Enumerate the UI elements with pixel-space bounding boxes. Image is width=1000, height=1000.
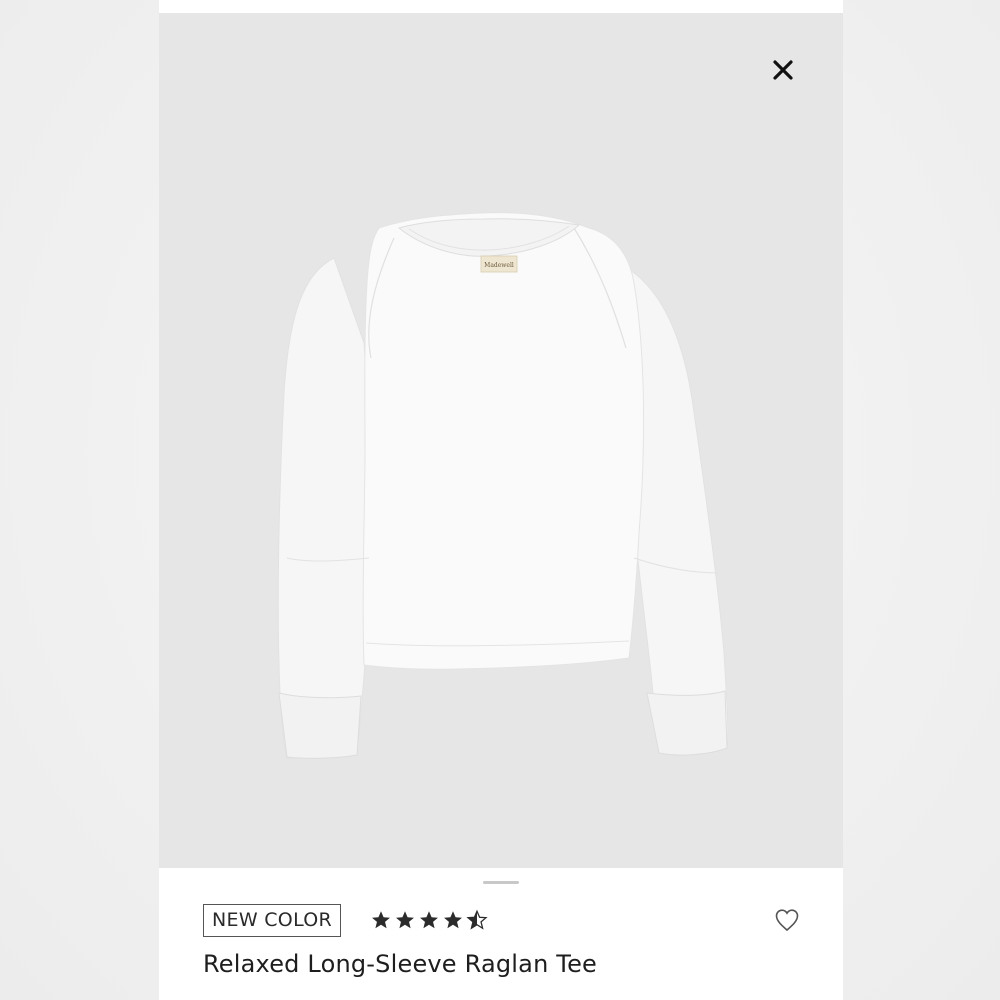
new-color-badge: NEW COLOR [203, 904, 342, 937]
product-quickview-card: Madewell NEW COLOR Relaxed Long-Sleeve R… [159, 0, 843, 1000]
product-photo: Madewell [159, 13, 843, 868]
star-icon [372, 911, 390, 929]
product-title: Relaxed Long-Sleeve Raglan Tee [203, 950, 598, 978]
heart-icon[interactable] [773, 906, 801, 934]
shirt-image: Madewell [277, 212, 729, 759]
drag-handle[interactable] [483, 881, 519, 884]
close-icon[interactable] [769, 56, 797, 84]
rating-stars[interactable] [370, 909, 488, 933]
shirt-label-text: Madewell [484, 262, 514, 269]
half-star-icon [466, 909, 488, 930]
top-strip [159, 0, 843, 13]
star-icon [444, 911, 462, 929]
star-icon [420, 911, 438, 929]
star-icon [396, 911, 414, 929]
